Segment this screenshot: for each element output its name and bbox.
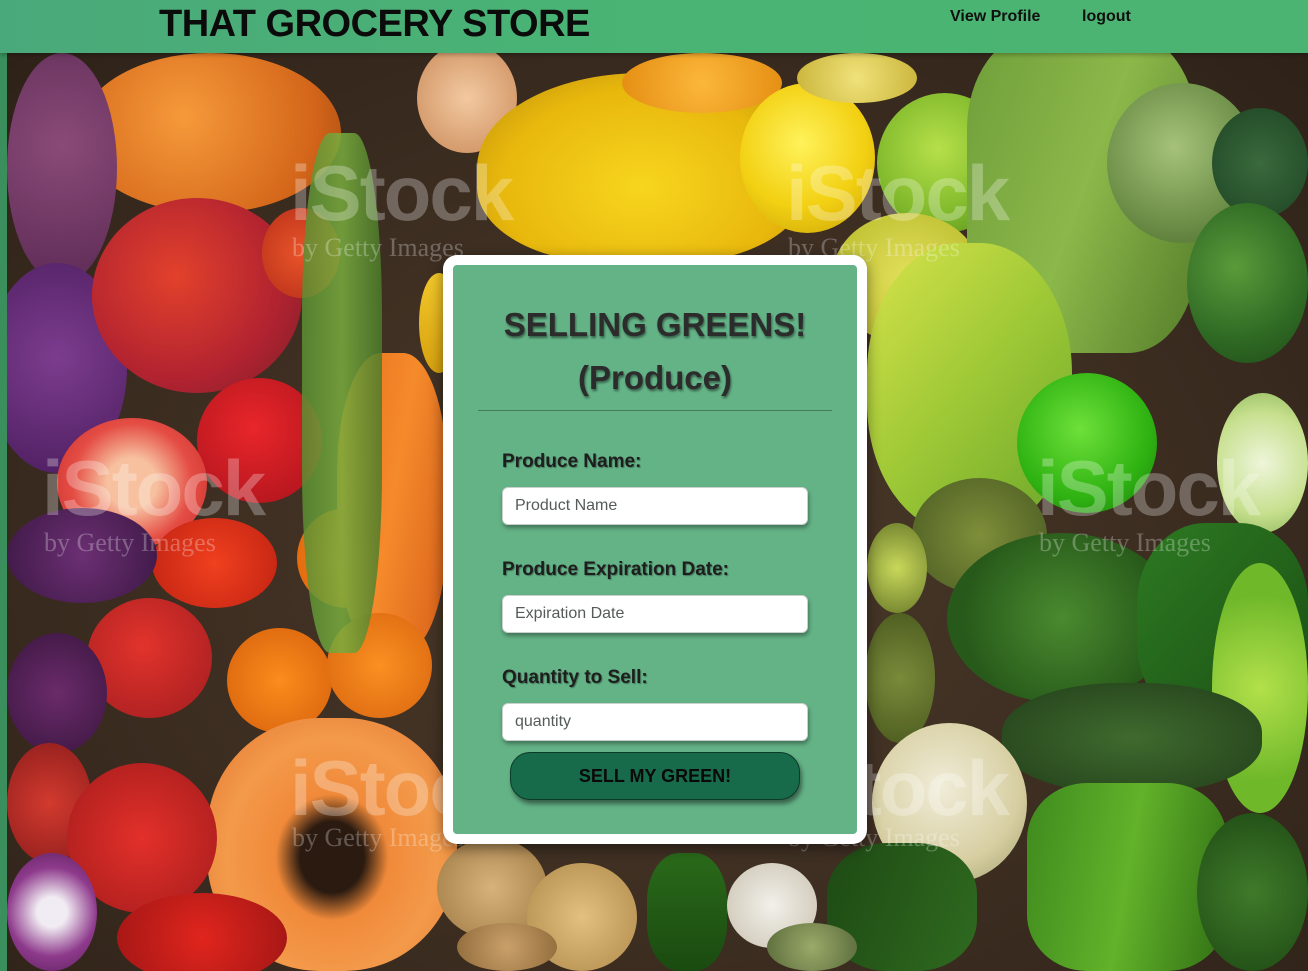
watermark-subtext: by Getty Images <box>44 528 216 557</box>
produce-name-label: Produce Name: <box>502 451 642 472</box>
form-subtitle: (Produce) <box>577 359 732 396</box>
top-nav-bar: THAT GROCERY STORE View Profile logout <box>0 0 1308 53</box>
watermark-text: iStock <box>290 149 514 237</box>
watermark-text: iStock <box>42 444 266 532</box>
watermark-subtext: by Getty Images <box>292 823 464 852</box>
expiration-date-input[interactable] <box>502 595 808 633</box>
sell-produce-form: SELLING GREENS! (Produce) Produce Name: … <box>453 265 857 834</box>
form-title: SELLING GREENS! <box>503 306 807 343</box>
store-brand-title: THAT GROCERY STORE <box>159 3 590 45</box>
expiration-date-label: Produce Expiration Date: <box>502 559 729 580</box>
watermark-text: iStock <box>786 149 1010 237</box>
watermark-subtext: by Getty Images <box>292 233 464 262</box>
sell-submit-button[interactable]: SELL MY GREEN! <box>510 752 800 800</box>
watermark-text: iStock <box>1037 444 1261 532</box>
logout-link[interactable]: logout <box>1082 8 1131 26</box>
watermark-subtext: by Getty Images <box>1039 528 1211 557</box>
title-divider <box>478 410 832 411</box>
produce-name-input[interactable] <box>502 487 808 525</box>
quantity-label: Quantity to Sell: <box>502 667 648 688</box>
quantity-input[interactable] <box>502 703 808 741</box>
left-edge-strip <box>0 53 7 971</box>
view-profile-link[interactable]: View Profile <box>950 8 1040 26</box>
sell-produce-card: SELLING GREENS! (Produce) Produce Name: … <box>443 255 867 844</box>
